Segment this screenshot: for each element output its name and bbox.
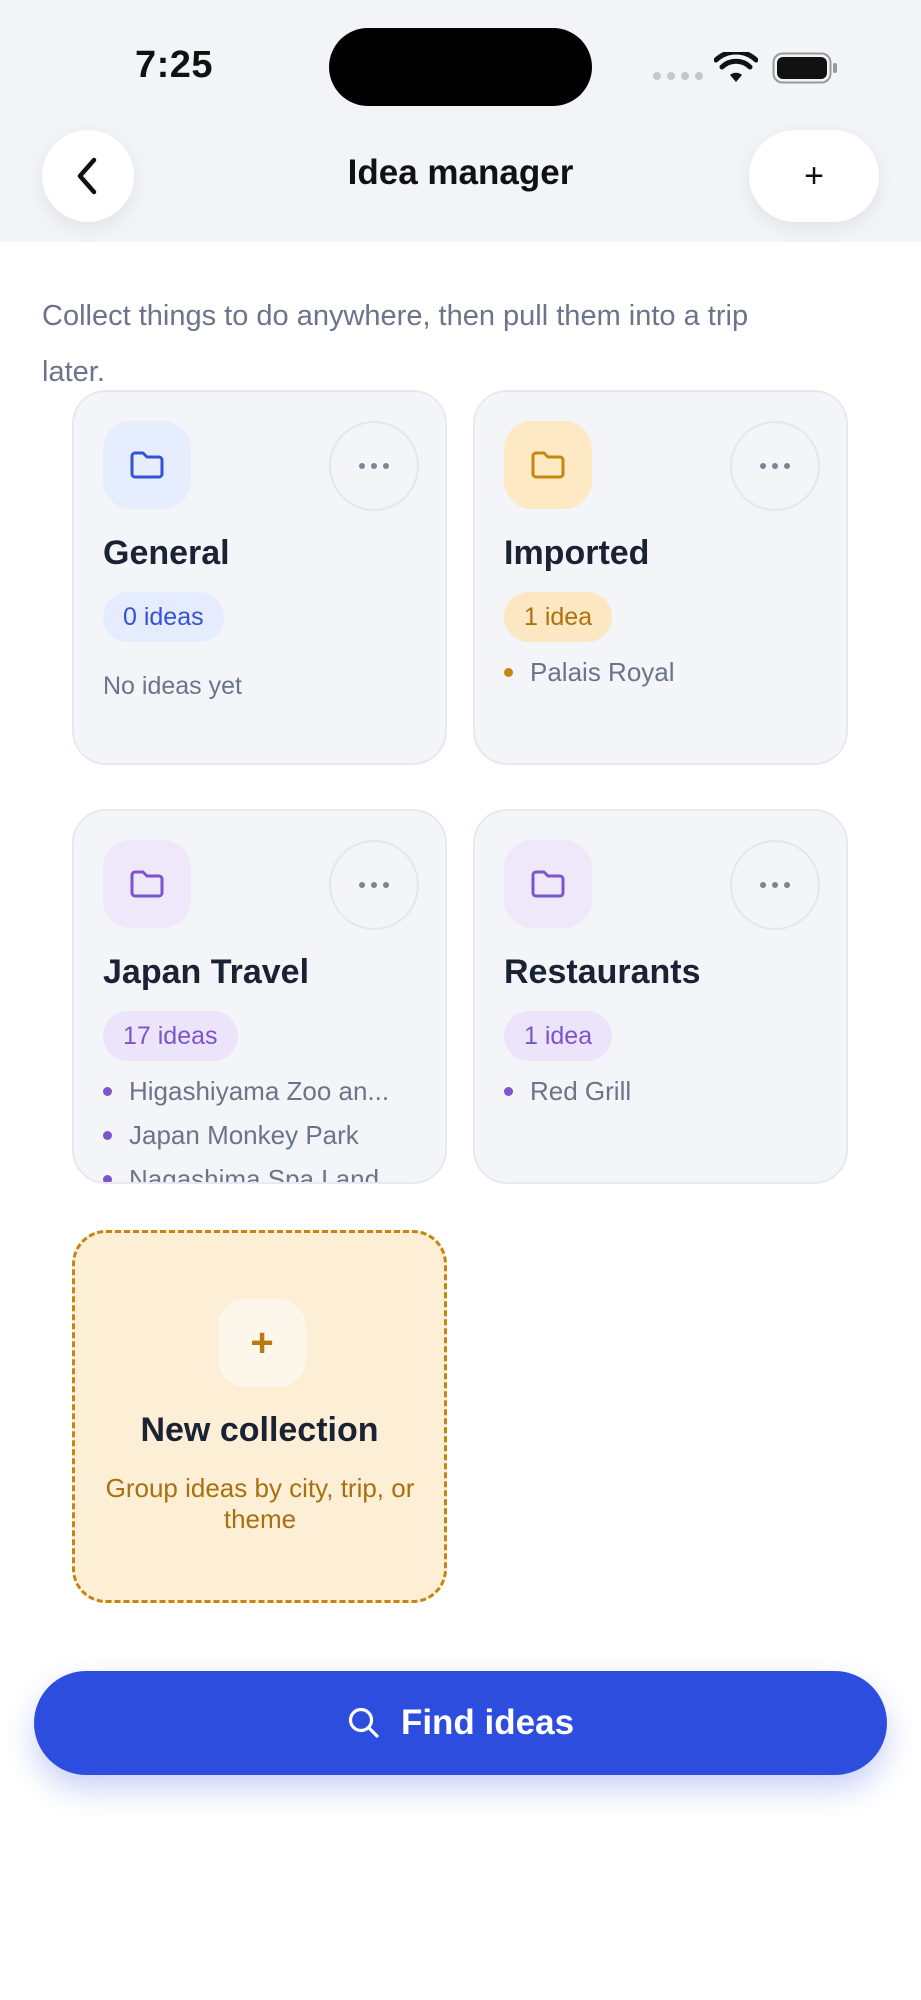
idea-list: Red Grill xyxy=(504,1069,631,1113)
list-item[interactable]: Nagashima Spa Land xyxy=(103,1157,389,1182)
new-collection-subtitle: Group ideas by city, trip, or theme xyxy=(105,1473,415,1534)
collection-card-general[interactable]: General 0 ideas No ideas yet xyxy=(72,390,447,765)
folder-icon xyxy=(103,421,191,509)
collection-card-restaurants[interactable]: Restaurants 1 idea Red Grill xyxy=(473,809,848,1184)
idea-list: Palais Royal xyxy=(504,650,675,694)
folder-icon xyxy=(504,840,592,928)
new-collection-card[interactable]: + New collection Group ideas by city, tr… xyxy=(72,1230,447,1603)
more-options-button[interactable] xyxy=(730,840,820,930)
more-options-button[interactable] xyxy=(730,421,820,511)
list-item[interactable]: Palais Royal xyxy=(504,650,675,694)
idea-count-badge: 0 ideas xyxy=(103,592,224,642)
intro-text: Collect things to do anywhere, then pull… xyxy=(42,300,749,388)
collection-title: General xyxy=(103,534,230,572)
idea-count-badge: 1 idea xyxy=(504,592,613,642)
collection-card-imported[interactable]: Imported 1 idea Palais Royal xyxy=(473,390,848,765)
list-item[interactable]: Red Grill xyxy=(504,1069,631,1113)
idea-count-badge: 17 ideas xyxy=(103,1011,238,1061)
battery-icon xyxy=(772,52,837,84)
collection-title: Japan Travel xyxy=(103,953,310,991)
more-options-button[interactable] xyxy=(329,840,419,930)
folder-icon xyxy=(504,421,592,509)
add-collection-button[interactable]: + xyxy=(749,130,879,222)
plus-icon: + xyxy=(218,1299,306,1387)
folder-icon xyxy=(103,840,191,928)
search-icon xyxy=(348,1707,379,1738)
idea-count-badge: 1 idea xyxy=(504,1011,613,1061)
dynamic-island xyxy=(329,28,592,106)
list-item[interactable]: Higashiyama Zoo an... xyxy=(103,1069,389,1113)
new-collection-title: New collection xyxy=(140,1411,379,1449)
find-ideas-label: Find ideas xyxy=(400,1703,575,1742)
wifi-icon xyxy=(714,52,758,82)
list-item[interactable]: Japan Monkey Park xyxy=(103,1113,389,1157)
collection-title: Imported xyxy=(504,534,650,572)
signal-icon xyxy=(653,72,703,80)
find-ideas-button[interactable]: Find ideas xyxy=(34,1671,887,1775)
collection-card-japan-travel[interactable]: Japan Travel 17 ideas Higashiyama Zoo an… xyxy=(72,809,447,1184)
top-bar: 7:25 Idea manager + xyxy=(0,0,921,242)
status-time: 7:25 xyxy=(135,44,214,86)
empty-state-text: No ideas yet xyxy=(103,672,242,700)
more-options-button[interactable] xyxy=(329,421,419,511)
idea-list: Higashiyama Zoo an... Japan Monkey Park … xyxy=(103,1069,389,1182)
idea-manager-screen: 7:25 Idea manager + Collect things to do… xyxy=(0,0,921,2000)
collection-title: Restaurants xyxy=(504,953,701,991)
